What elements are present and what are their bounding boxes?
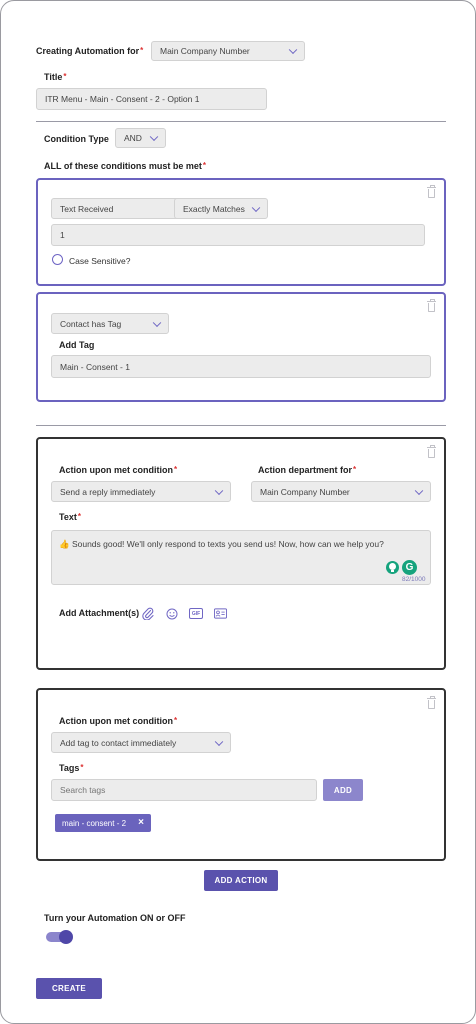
tag-chip: main - consent - 2 ×	[55, 814, 151, 832]
chevron-down-icon	[149, 132, 159, 142]
trigger-select-value: Contact has Tag	[60, 318, 122, 329]
tags-search-input[interactable]	[51, 779, 317, 801]
message-textarea[interactable]: 👍 Sounds good! We'll only respond to tex…	[51, 530, 431, 585]
trash-icon[interactable]	[427, 696, 436, 709]
trigger-select[interactable]: Contact has Tag	[51, 313, 169, 334]
condition-type-label: Condition Type	[44, 134, 109, 144]
tag-value-text: Main - Consent - 1	[60, 361, 130, 372]
action-card-1: Action upon met condition* Send a reply …	[36, 437, 446, 670]
action-select[interactable]: Send a reply immediately	[51, 481, 231, 502]
section-divider	[36, 425, 446, 426]
company-select[interactable]: Main Company Number	[151, 41, 305, 61]
automation-form: Creating Automation for* Main Company Nu…	[0, 0, 476, 1024]
creating-automation-label: Creating Automation for*	[36, 46, 144, 56]
paperclip-icon[interactable]	[141, 607, 154, 620]
action-select-value: Add tag to contact immediately	[60, 737, 177, 748]
section-divider	[36, 121, 446, 122]
condition-card-1: Text Received Exactly Matches 1 Case Sen…	[36, 178, 446, 286]
condition-value-input[interactable]: 1	[51, 224, 425, 246]
action-select[interactable]: Add tag to contact immediately	[51, 732, 231, 753]
message-text: 👍 Sounds good! We'll only respond to tex…	[59, 539, 384, 549]
case-sensitive-radio[interactable]	[52, 254, 63, 265]
tag-value-input[interactable]: Main - Consent - 1	[51, 355, 431, 378]
tags-label: Tags*	[59, 763, 84, 773]
title-input[interactable]: ITR Menu - Main - Consent - 2 - Option 1	[36, 88, 267, 110]
toggle-label: Turn your Automation ON or OFF	[44, 913, 186, 923]
close-icon[interactable]: ×	[138, 817, 144, 828]
case-sensitive-label: Case Sensitive?	[69, 256, 131, 266]
add-action-button[interactable]: ADD ACTION	[204, 870, 278, 891]
condition-card-2: Contact has Tag Add Tag Main - Consent -…	[36, 292, 446, 402]
action-label: Action upon met condition*	[59, 465, 178, 475]
condition-type-value: AND	[124, 133, 142, 143]
chevron-down-icon	[288, 45, 298, 55]
chevron-down-icon	[214, 486, 224, 495]
title-input-value: ITR Menu - Main - Consent - 2 - Option 1	[45, 94, 200, 104]
action-select-value: Send a reply immediately	[60, 486, 156, 497]
text-label: Text*	[59, 512, 81, 522]
add-tag-button[interactable]: ADD	[323, 779, 363, 801]
toggle-knob	[59, 930, 73, 944]
trash-icon[interactable]	[427, 299, 436, 312]
condition-type-select[interactable]: AND	[115, 128, 166, 148]
match-select[interactable]: Exactly Matches	[174, 198, 268, 219]
create-button[interactable]: CREATE	[36, 978, 102, 999]
chevron-down-icon	[214, 737, 224, 746]
title-label: Title*	[44, 72, 67, 82]
emoji-icon[interactable]	[165, 607, 178, 620]
department-select[interactable]: Main Company Number	[251, 481, 431, 502]
action-card-2: Action upon met condition* Add tag to co…	[36, 688, 446, 861]
match-select-value: Exactly Matches	[183, 203, 245, 214]
trigger-select-value: Text Received	[60, 203, 114, 214]
chevron-down-icon	[152, 318, 162, 327]
company-select-value: Main Company Number	[160, 46, 250, 56]
contact-card-icon[interactable]	[214, 607, 227, 620]
chevron-down-icon	[414, 486, 424, 495]
all-conditions-label: ALL of these conditions must be met*	[44, 161, 206, 171]
char-count: 82/1000	[402, 576, 426, 583]
add-attachment-label: Add Attachment(s)	[59, 608, 140, 618]
action-label: Action upon met condition*	[59, 716, 178, 726]
trash-icon[interactable]	[427, 185, 436, 198]
chevron-down-icon	[251, 203, 261, 212]
department-select-value: Main Company Number	[260, 486, 350, 497]
add-tag-label: Add Tag	[59, 340, 95, 350]
automation-toggle[interactable]	[46, 930, 73, 944]
trash-icon[interactable]	[427, 445, 436, 458]
department-label: Action department for*	[258, 465, 357, 475]
gif-icon[interactable]: GIF	[189, 608, 203, 619]
hint-icon[interactable]	[386, 561, 399, 574]
tag-chip-label: main - consent - 2	[62, 818, 127, 828]
condition-value-text: 1	[60, 230, 65, 240]
grammarly-icon[interactable]: G	[402, 560, 417, 575]
